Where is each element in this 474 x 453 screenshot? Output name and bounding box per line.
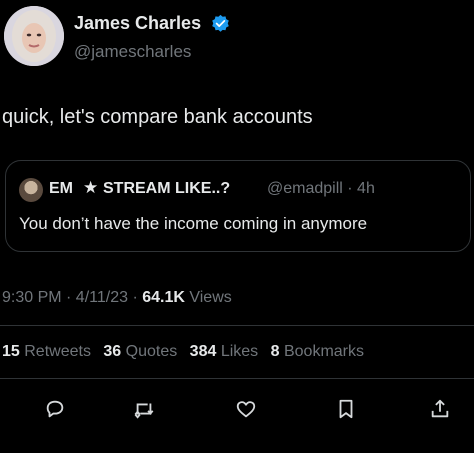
views-label: Views (184, 289, 232, 306)
likes-label: Likes (216, 343, 259, 360)
quote-author-name-prefix: EM (49, 180, 73, 197)
quote-tweet-card[interactable] (5, 160, 471, 252)
divider (0, 325, 474, 326)
quote-author-name-suffix: STREAM LIKE..? (103, 180, 231, 197)
like-icon (236, 401, 256, 418)
tweet-text: quick, let's compare bank accounts (2, 106, 313, 128)
author-name[interactable]: James Charles (74, 13, 201, 34)
quote-author-avatar[interactable] (19, 178, 43, 202)
like-button[interactable] (229, 392, 263, 426)
tweet-meta: 9:30 PM · 4/11/23 · 64.1K Views (2, 289, 232, 307)
retweets-stat[interactable]: 15 Retweets (2, 343, 91, 360)
share-button[interactable] (423, 392, 457, 426)
quotes-label: Quotes (121, 343, 178, 360)
retweet-button[interactable] (127, 392, 161, 426)
bookmarks-stat[interactable]: 8 Bookmarks (271, 343, 364, 360)
views-count: 64.1K (142, 289, 185, 306)
tweet-stats: 15 Retweets 36 Quotes 384 Likes 8 Bookma… (2, 343, 372, 361)
quotes-count: 36 (103, 343, 122, 360)
star-icon: ★ (83, 178, 99, 197)
bookmarks-label: Bookmarks (279, 343, 364, 360)
quote-tweet-text: You don’t have the income coming in anym… (19, 214, 368, 233)
author-avatar[interactable] (4, 6, 64, 66)
quote-author-handle-time: @emadpill · 4h (267, 180, 375, 197)
share-icon (431, 399, 449, 418)
retweet-icon (134, 403, 154, 419)
bookmark-button[interactable] (329, 392, 363, 426)
bookmarks-count: 8 (270, 343, 280, 360)
divider (0, 378, 474, 379)
quotes-stat[interactable]: 36 Quotes (103, 343, 177, 360)
verified-badge-icon (211, 14, 230, 33)
retweets-label: Retweets (19, 343, 91, 360)
action-bar (0, 392, 474, 426)
retweets-count: 15 (2, 343, 20, 360)
likes-stat[interactable]: 384 Likes (190, 343, 259, 360)
likes-count: 384 (189, 343, 217, 360)
author-handle[interactable]: @jamescharles (74, 42, 191, 62)
bookmark-icon (339, 399, 353, 419)
tweet-timestamp[interactable]: 9:30 PM · 4/11/23 · (2, 289, 142, 306)
reply-icon (46, 400, 64, 418)
reply-button[interactable] (38, 392, 72, 426)
